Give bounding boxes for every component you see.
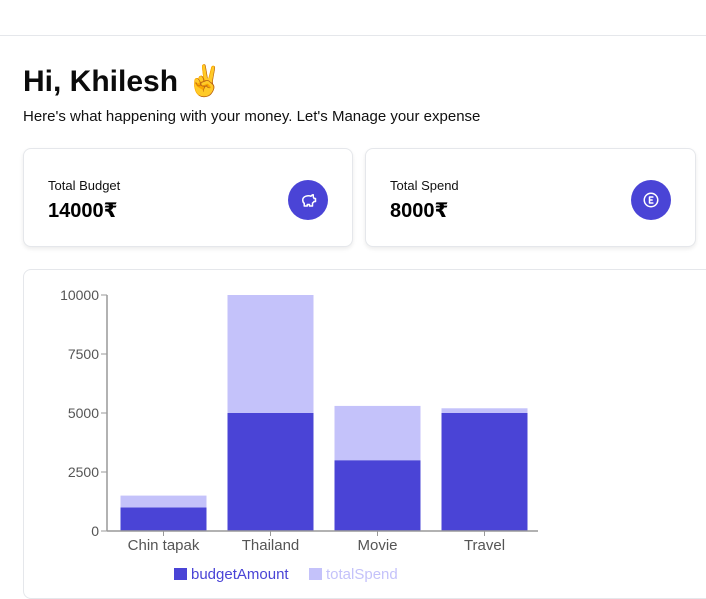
total-budget-value: 14000₹ — [48, 200, 118, 222]
coin-icon — [631, 180, 671, 220]
budget-chart-card — [23, 269, 706, 599]
page-subtitle: Here's what happening with your money. L… — [23, 108, 481, 125]
total-budget-label: Total Budget — [48, 178, 121, 193]
piggy-bank-icon — [288, 180, 328, 220]
total-spend-label: Total Spend — [390, 178, 459, 193]
total-spend-card: Total Spend 8000₹ — [365, 148, 696, 247]
total-spend-value: 8000₹ — [390, 200, 449, 222]
total-budget-card: Total Budget 14000₹ — [23, 148, 353, 247]
page-greeting: Hi, Khilesh ✌️ — [23, 65, 224, 98]
top-navigation-bar — [0, 0, 706, 36]
